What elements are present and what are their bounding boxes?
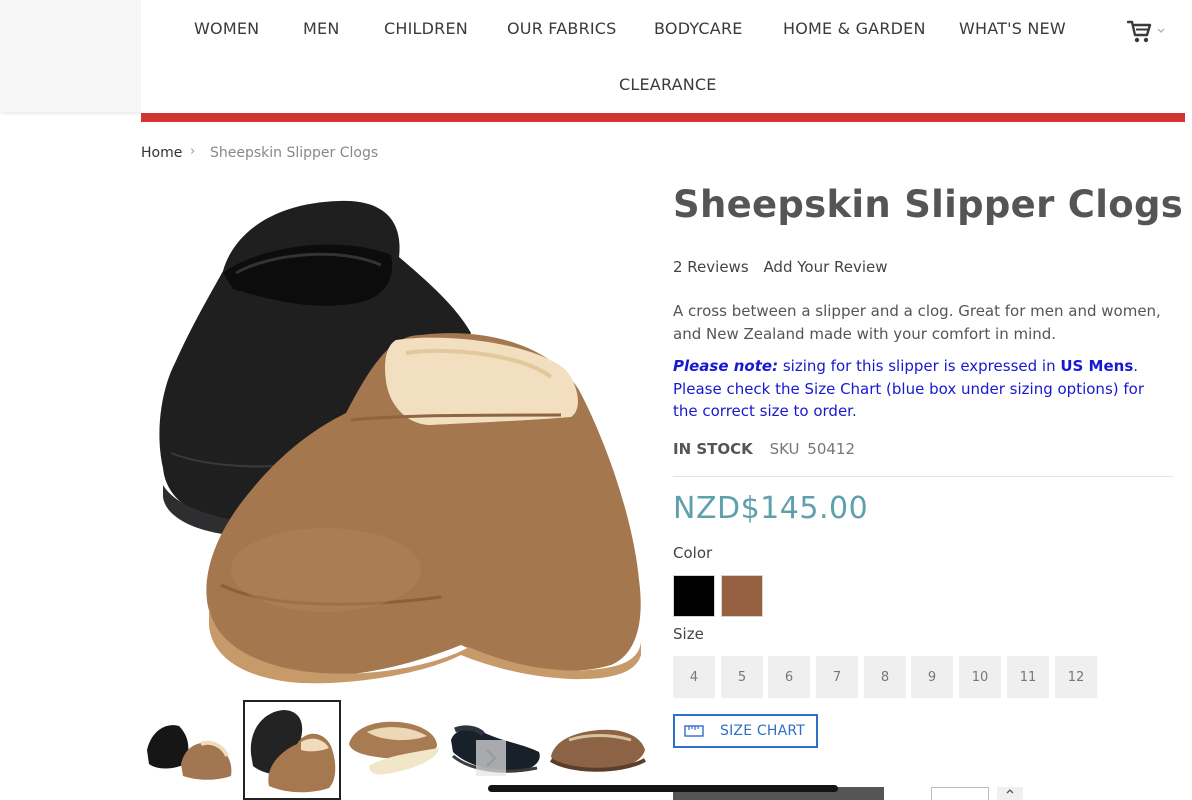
size-option-11[interactable]: 11 [1007, 656, 1049, 698]
nav-item-children[interactable]: CHILDREN [384, 19, 468, 38]
size-option-9[interactable]: 9 [911, 656, 953, 698]
size-option-7[interactable]: 7 [816, 656, 858, 698]
nav-item-men[interactable]: MEN [303, 19, 339, 38]
breadcrumb-separator: › [190, 144, 196, 159]
nav-item-home-garden[interactable]: HOME & GARDEN [783, 19, 926, 38]
color-swatch-black[interactable] [673, 575, 715, 617]
product-main-image[interactable] [141, 185, 651, 690]
header-accent-bar [141, 113, 1185, 122]
size-label: Size [673, 625, 704, 643]
sizing-note-emphasis: US Mens [1060, 357, 1134, 375]
size-option-4[interactable]: 4 [673, 656, 715, 698]
header-left-panel [0, 0, 141, 112]
size-chart-button[interactable]: SIZE CHART [673, 714, 818, 748]
size-option-10[interactable]: 10 [959, 656, 1001, 698]
sizing-note-lead: Please note: [673, 357, 779, 375]
ruler-icon [684, 725, 704, 737]
size-option-6[interactable]: 6 [768, 656, 810, 698]
nav-item-clearance[interactable]: CLEARANCE [619, 75, 717, 94]
review-links: 2 Reviews Add Your Review [673, 258, 888, 276]
breadcrumb-home[interactable]: Home [141, 145, 182, 161]
cart-button[interactable] [1126, 19, 1167, 45]
sizing-note: Please note: sizing for this slipper is … [673, 355, 1173, 423]
sku-label: SKU [769, 440, 800, 458]
gallery-next-button[interactable] [476, 740, 506, 776]
thumbnail-2[interactable] [243, 700, 341, 800]
size-option-12[interactable]: 12 [1055, 656, 1097, 698]
color-swatch-chestnut[interactable] [721, 575, 763, 617]
slipper-photo [159, 200, 641, 684]
product-title: Sheepskin Slipper Clogs [673, 183, 1184, 226]
stock-row: IN STOCK SKU 50412 [673, 440, 855, 458]
nav-item-whats-new[interactable]: WHAT'S NEW [959, 19, 1066, 38]
home-indicator [488, 785, 838, 792]
quantity-stepper[interactable] [997, 787, 1023, 800]
sku-value: 50412 [807, 440, 855, 458]
size-option-5[interactable]: 5 [721, 656, 763, 698]
thumbnail-3[interactable] [345, 700, 443, 800]
quantity-input[interactable] [931, 787, 989, 800]
size-chart-label: SIZE CHART [720, 723, 806, 739]
cart-icon [1126, 20, 1165, 43]
color-label: Color [673, 544, 713, 562]
breadcrumb-current: Sheepskin Slipper Clogs [210, 145, 379, 161]
reviews-count-link[interactable]: 2 Reviews [673, 258, 749, 276]
product-description: A cross between a slipper and a clog. Gr… [673, 302, 1161, 343]
chevron-right-icon [486, 749, 497, 767]
chevron-down-icon [1157, 28, 1165, 33]
thumbnail-1[interactable] [141, 700, 239, 800]
nav-item-women[interactable]: WOMEN [194, 19, 259, 38]
info-divider [673, 476, 1173, 477]
size-option-8[interactable]: 8 [864, 656, 906, 698]
nav-item-our-fabrics[interactable]: OUR FABRICS [507, 19, 617, 38]
chevron-up-icon [1006, 789, 1014, 794]
sizing-note-text-1: sizing for this slipper is expressed in [778, 357, 1061, 375]
nav-item-bodycare[interactable]: BODYCARE [654, 19, 743, 38]
stock-status: IN STOCK [673, 440, 753, 458]
main-nav: WOMEN MEN CHILDREN OUR FABRICS BODYCARE … [141, 0, 1185, 113]
product-price: NZD$145.00 [673, 491, 869, 526]
add-review-link[interactable]: Add Your Review [763, 258, 887, 276]
